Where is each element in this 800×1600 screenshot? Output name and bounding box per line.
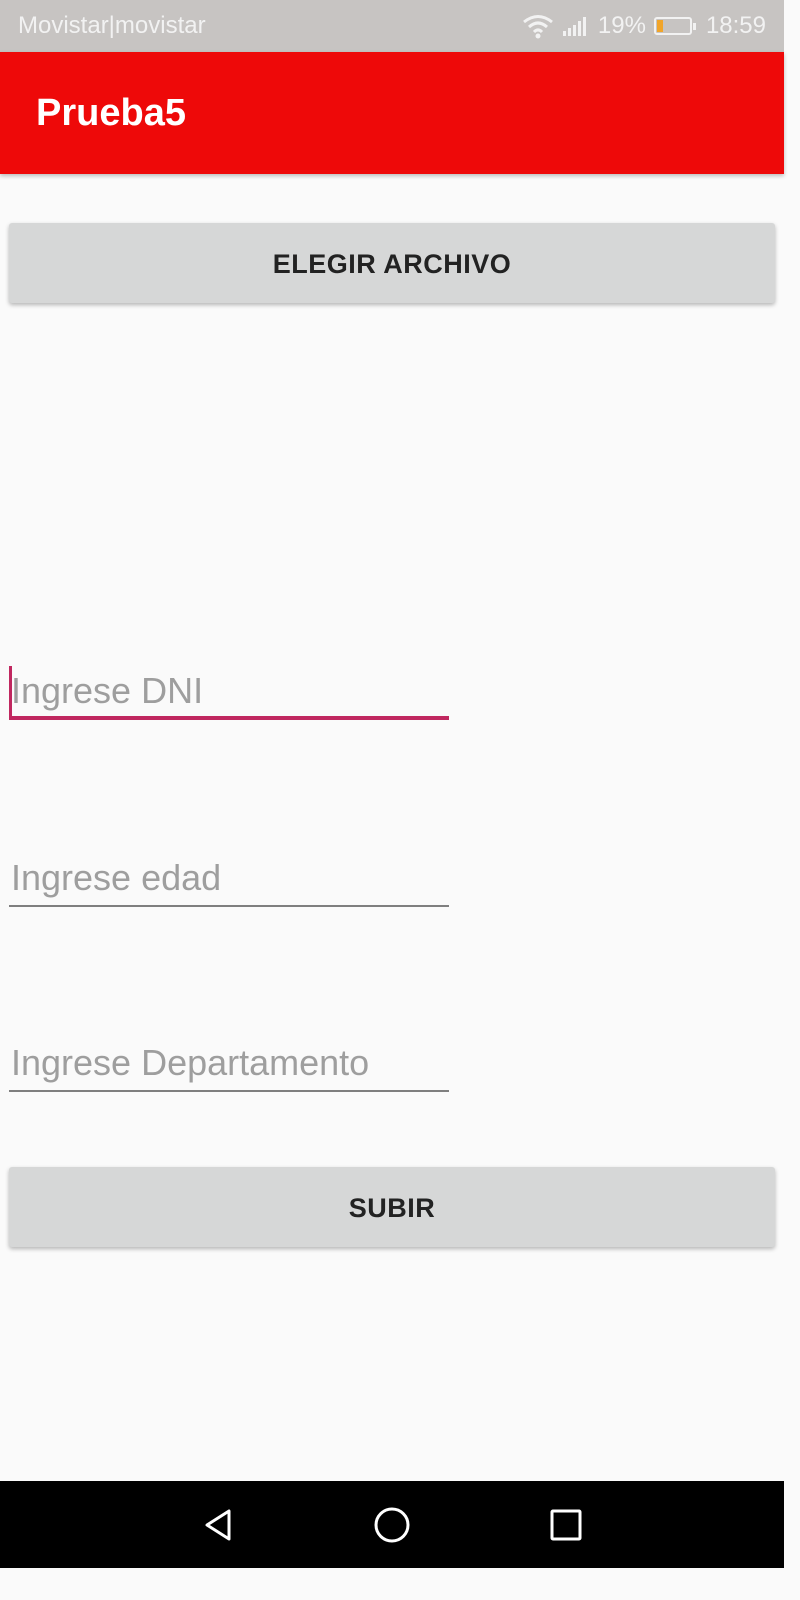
age-underline bbox=[9, 905, 449, 907]
home-icon bbox=[374, 1507, 409, 1542]
app-bar: Prueba5 bbox=[0, 52, 784, 174]
back-icon bbox=[205, 1509, 230, 1540]
signal-icon bbox=[562, 15, 590, 37]
status-icons: 19% 18:59 bbox=[522, 12, 766, 40]
wifi-icon bbox=[522, 13, 554, 39]
recent-apps-button[interactable] bbox=[522, 1481, 609, 1568]
age-input[interactable] bbox=[9, 849, 449, 907]
battery-percent: 19% bbox=[597, 12, 646, 39]
department-input[interactable] bbox=[9, 1034, 449, 1092]
choose-file-button[interactable]: ELEGIR ARCHIVO bbox=[9, 223, 775, 303]
screen: Movistar|movistar 19% 18:59 Prueba5 ELEG… bbox=[0, 0, 784, 1568]
battery-level bbox=[656, 20, 664, 32]
dni-field[interactable] bbox=[9, 662, 449, 720]
recent-apps-icon bbox=[550, 1509, 581, 1540]
home-button[interactable] bbox=[348, 1481, 435, 1568]
status-bar: Movistar|movistar 19% 18:59 bbox=[0, 0, 784, 52]
dni-underline bbox=[9, 716, 449, 720]
department-field[interactable] bbox=[9, 1034, 449, 1092]
carrier-name: Movistar|movistar bbox=[18, 12, 206, 39]
back-button[interactable] bbox=[175, 1481, 262, 1568]
status-time: 18:59 bbox=[705, 12, 766, 39]
department-underline bbox=[9, 1090, 449, 1092]
navigation-bar bbox=[0, 1481, 784, 1568]
dni-input[interactable] bbox=[9, 662, 449, 720]
upload-button[interactable]: SUBIR bbox=[9, 1167, 775, 1247]
app-title: Prueba5 bbox=[36, 91, 186, 134]
text-cursor bbox=[9, 666, 12, 716]
age-field[interactable] bbox=[9, 849, 449, 907]
battery-icon bbox=[653, 17, 696, 35]
